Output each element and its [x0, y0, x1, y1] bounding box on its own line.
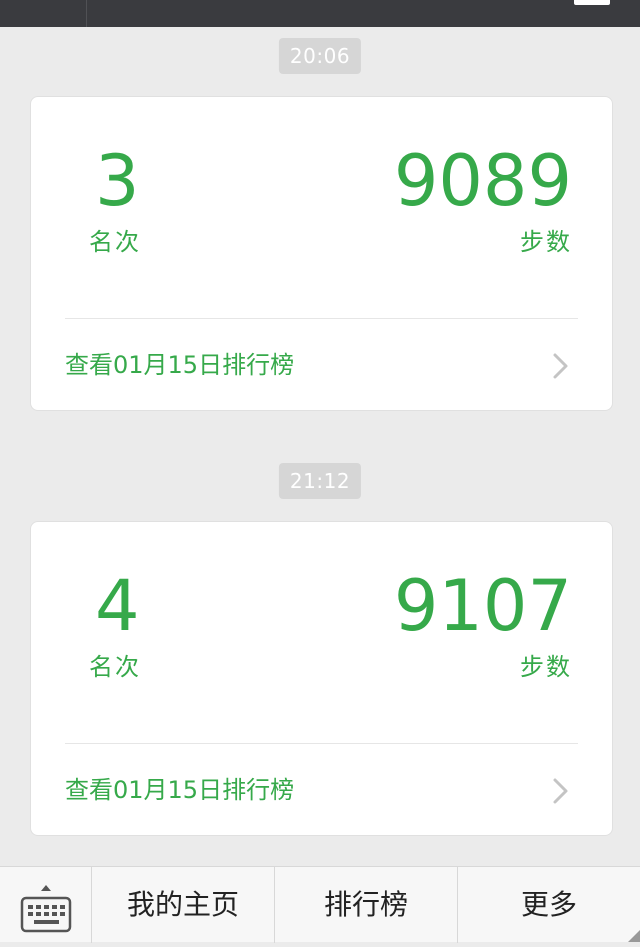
steps-label: 步数 — [520, 228, 572, 256]
menu-item-more[interactable]: 更多 — [458, 867, 640, 943]
steps-value: 9089 — [393, 140, 572, 222]
steps-label: 步数 — [520, 653, 572, 681]
bottom-menu-bar: 我的主页 排行榜 更多 — [0, 866, 640, 943]
rank-value: 3 — [95, 140, 140, 222]
top-bar — [0, 0, 640, 27]
menu-item-leaderboard[interactable]: 排行榜 — [275, 867, 458, 943]
steps-value: 9107 — [393, 565, 572, 647]
view-leaderboard-link[interactable]: 查看01月15日排行榜 — [31, 319, 612, 411]
submenu-indicator-icon — [628, 930, 640, 942]
keyboard-icon — [20, 885, 72, 933]
top-bar-divider — [86, 0, 87, 27]
message-timestamp: 20:06 — [278, 38, 362, 74]
chevron-right-icon — [553, 353, 568, 379]
rank-card: 4 名次 9107 步数 查看01月15日排行榜 — [30, 521, 613, 836]
rank-label: 名次 — [89, 228, 141, 256]
keyboard-toggle-button[interactable] — [0, 867, 92, 943]
message-timestamp: 21:12 — [278, 463, 362, 499]
rank-value: 4 — [95, 565, 140, 647]
view-leaderboard-link[interactable]: 查看01月15日排行榜 — [31, 744, 612, 836]
menu-icon[interactable] — [574, 0, 610, 5]
chevron-right-icon — [553, 778, 568, 804]
view-leaderboard-text: 查看01月15日排行榜 — [65, 776, 295, 804]
rank-label: 名次 — [89, 653, 141, 681]
view-leaderboard-text: 查看01月15日排行榜 — [65, 351, 295, 379]
menu-item-my-homepage[interactable]: 我的主页 — [92, 867, 275, 943]
rank-card: 3 名次 9089 步数 查看01月15日排行榜 — [30, 96, 613, 411]
